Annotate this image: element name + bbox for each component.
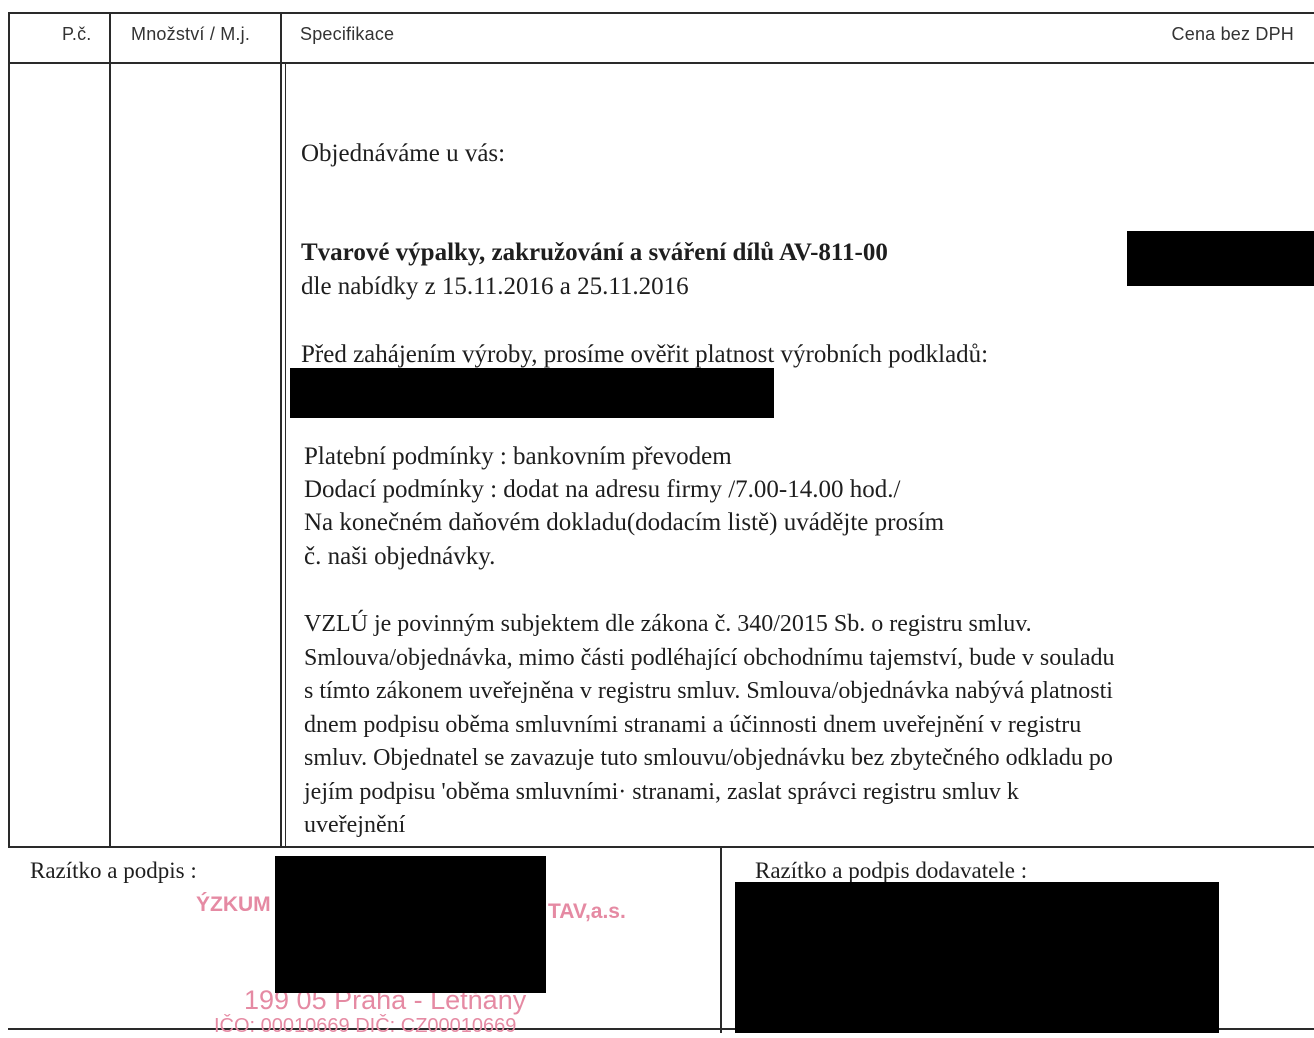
- term-line-3: Na konečném daňovém dokladu(dodacím list…: [304, 509, 945, 536]
- redacted-supplier-signature: [735, 882, 1219, 1033]
- table-top-border: [8, 12, 1314, 14]
- order-document: { "table_header": { "number": "P.č.", "q…: [0, 0, 1314, 1037]
- redacted-price: [1127, 231, 1314, 286]
- column-divider-2b: [285, 64, 286, 846]
- legal-line-2: Smlouva/objednávka, mimo části podléhají…: [304, 645, 1115, 671]
- column-divider-1: [109, 12, 111, 846]
- signature-section-top: [8, 846, 1314, 848]
- header-number: P.č.: [62, 24, 92, 44]
- header-bottom-border: [8, 62, 1314, 64]
- item-title: Tvarové výpalky, zakružování a sváření d…: [301, 239, 888, 266]
- legal-line-5: smluv. Objednatel se zavazuje tuto smlou…: [304, 745, 1113, 771]
- stamp-ids: IČO: 00010669 DIČ: CZ00010669: [214, 1015, 517, 1037]
- signature-divider: [720, 846, 722, 1033]
- header-specification: Specifikace: [300, 24, 395, 44]
- order-lead: Objednáváme u vás:: [301, 140, 506, 167]
- legal-line-7: uveřejnění: [304, 812, 406, 838]
- stamp-text-right: TAV,a.s.: [548, 900, 626, 923]
- redacted-buyer-signature: [275, 856, 546, 993]
- buyer-signature-label: Razítko a podpis :: [30, 858, 197, 883]
- header-price: Cena bez DPH: [1171, 24, 1294, 44]
- legal-line-1: VZLÚ je povinným subjektem dle zákona č.…: [304, 611, 1032, 637]
- header-quantity: Množství / M.j.: [131, 24, 251, 44]
- production-notice: Před zahájením výroby, prosíme ověřit pl…: [301, 341, 989, 368]
- term-line-1: Platební podmínky : bankovním převodem: [304, 443, 732, 470]
- stamp-text-left: ÝZKUM: [196, 893, 271, 916]
- legal-line-4: dnem podpisu oběma smluvními stranami a …: [304, 712, 1082, 738]
- item-offer: dle nabídky z 15.11.2016 a 25.11.2016: [301, 273, 689, 300]
- term-line-4: č. naši objednávky.: [304, 543, 496, 570]
- legal-line-3: s tímto zákonem uveřejněna v registru sm…: [304, 678, 1113, 704]
- legal-line-6: jejím podpisu 'oběma smluvními· stranami…: [304, 779, 1019, 805]
- table-left-border: [8, 12, 10, 846]
- column-divider-2: [280, 12, 282, 846]
- supplier-signature-label: Razítko a podpis dodavatele :: [755, 858, 1028, 883]
- redacted-documents: [290, 368, 774, 418]
- term-line-2: Dodací podmínky : dodat na adresu firmy …: [304, 476, 901, 503]
